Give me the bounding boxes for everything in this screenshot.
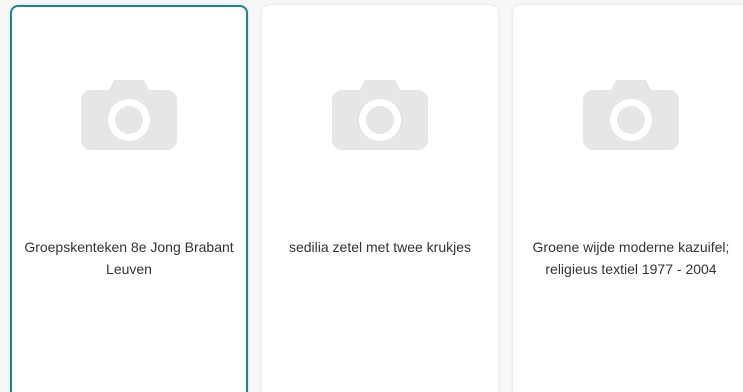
card-title: sedilia zetel met twee krukjes — [288, 239, 472, 255]
camera-icon — [332, 80, 428, 150]
result-card[interactable]: Groene wijde moderne kazuifel; religieus… — [513, 5, 743, 392]
camera-icon — [583, 80, 679, 150]
card-title: Groepskenteken 8e Jong Brabant Leuven — [24, 239, 234, 277]
result-card[interactable]: sedilia zetel met twee krukjes — [262, 5, 498, 392]
result-card[interactable]: Groepskenteken 8e Jong Brabant Leuven — [10, 5, 248, 392]
results-grid: Groepskenteken 8e Jong Brabant Leuven se… — [0, 0, 743, 392]
camera-icon — [81, 80, 177, 150]
card-title: Groene wijde moderne kazuifel; religieus… — [532, 239, 730, 277]
